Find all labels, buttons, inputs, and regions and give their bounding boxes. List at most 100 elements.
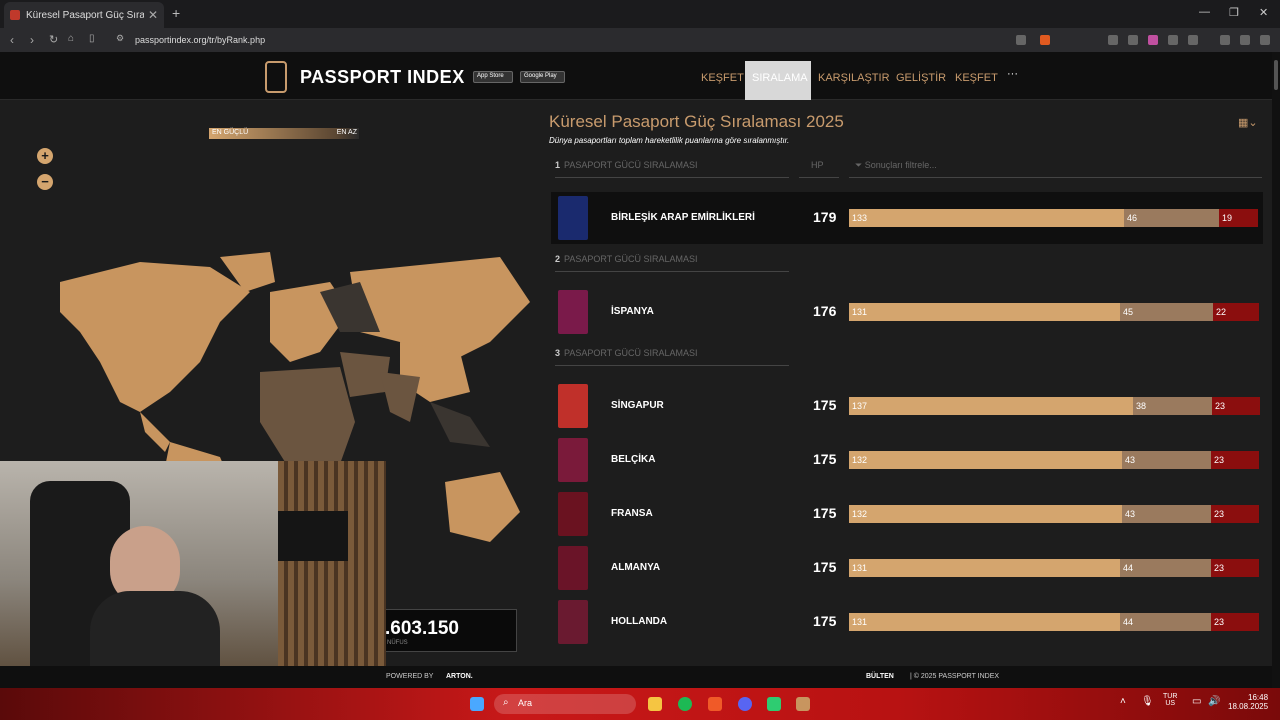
spotify-icon[interactable] (678, 697, 692, 711)
menu-icon[interactable] (1260, 35, 1270, 45)
file-explorer-icon[interactable] (648, 697, 662, 711)
clock-date: 18.08.2025 (1228, 702, 1269, 711)
nav-more-icon[interactable]: ··· (1007, 68, 1018, 80)
passport-icon (558, 438, 588, 482)
network-icon[interactable]: ▭ (1192, 696, 1201, 707)
bar-segment-visa-on-arrival: 44 (1120, 613, 1211, 631)
newsletter-link[interactable]: BÜLTEN (866, 673, 894, 680)
close-tab-icon[interactable]: ✕ (148, 8, 158, 22)
browser-tab[interactable]: Küresel Pasaport Güç Sıralaması ✕ (4, 2, 164, 28)
home-icon[interactable]: ⌂ (68, 33, 74, 44)
windows-start-icon[interactable] (470, 697, 484, 711)
country-row[interactable]: FRANSA 175 132 43 23 (551, 488, 1263, 540)
country-row[interactable]: HOLLANDA 175 131 44 23 (551, 596, 1263, 648)
nav-kesfet-2[interactable]: KEŞFET (955, 72, 998, 84)
page-scrollbar[interactable] (1272, 52, 1280, 688)
country-name[interactable]: HOLLANDA (611, 616, 667, 627)
zoom-in-button[interactable]: + (37, 148, 53, 164)
bar-segment-visa-on-arrival: 45 (1120, 303, 1213, 321)
taskbar-search[interactable]: ⌕ Ara (494, 694, 636, 714)
legend-strong-label: EN GÜÇLÜ (212, 129, 249, 136)
url-field[interactable]: passportindex.org/tr/byRank.php (135, 35, 265, 45)
app-store-badge[interactable]: App Store (473, 71, 513, 83)
tray-chevron-icon[interactable]: ˄ (1120, 696, 1126, 707)
page-content: PASSPORT INDEX App Store Google Play KEŞ… (0, 52, 1272, 688)
google-play-badge[interactable]: Google Play (520, 71, 565, 83)
share-icon[interactable] (1016, 35, 1026, 45)
rank-group-header: 3 PASAPORT GÜCÜ SIRALAMASI (555, 348, 789, 366)
country-name[interactable]: BİRLEŞİK ARAP EMİRLİKLERİ (611, 212, 755, 223)
app-icon[interactable] (796, 697, 810, 711)
bar-segment-visa-free: 132 (849, 505, 1122, 523)
extensions-puzzle-icon[interactable] (1168, 35, 1178, 45)
mobility-score: 175 (813, 613, 837, 629)
map-legend: EN GÜÇLÜ EN AZ (209, 128, 359, 139)
extension-icon[interactable] (1148, 35, 1158, 45)
bar-segment-visa-free: 131 (849, 303, 1120, 321)
country-row[interactable]: SİNGAPUR 175 137 38 23 (551, 380, 1263, 432)
forward-icon[interactable]: › (30, 33, 34, 47)
site-info-icon[interactable]: ⚙ (116, 33, 124, 44)
score-bar: 131 44 23 (849, 613, 1259, 631)
country-name[interactable]: SİNGAPUR (611, 400, 664, 411)
filter-input[interactable]: ⏷ Sonuçları filtrele... (849, 160, 1262, 178)
passport-icon (558, 492, 588, 536)
search-label: Ara (518, 698, 533, 708)
bar-segment-visa-on-arrival: 44 (1120, 559, 1211, 577)
country-row[interactable]: ALMANYA 175 131 44 23 (551, 542, 1263, 594)
system-clock[interactable]: 16:48 18.08.2025 (1228, 693, 1268, 711)
volume-icon[interactable]: 🔊 (1208, 696, 1220, 707)
scrollbar-thumb[interactable] (1274, 60, 1278, 90)
map-australia (445, 472, 520, 542)
score-bar: 137 38 23 (849, 397, 1260, 415)
site-logo[interactable]: PASSPORT INDEX (300, 67, 465, 88)
reload-icon[interactable]: ↻ (49, 33, 58, 46)
country-name[interactable]: İSPANYA (611, 306, 654, 317)
address-bar-row: ‹ › ↻ ⌂ ▯ ⚙ passportindex.org/tr/byRank.… (0, 28, 1280, 52)
country-name[interactable]: FRANSA (611, 508, 653, 519)
tab-bar: Küresel Pasaport Güç Sıralaması ✕ + — ❐ … (0, 0, 1280, 28)
rank-number: 2 (555, 254, 561, 264)
nav-karsilastir[interactable]: KARŞILAŞTIR (818, 72, 890, 84)
zoom-out-button[interactable]: − (37, 174, 53, 190)
close-window-icon[interactable]: ✕ (1259, 6, 1268, 19)
map-north-america (60, 262, 250, 412)
country-row[interactable]: BELÇİKA 175 132 43 23 (551, 434, 1263, 486)
back-icon[interactable]: ‹ (10, 33, 14, 47)
score-bar: 132 43 23 (849, 451, 1259, 469)
language-indicator[interactable]: TUR US (1163, 693, 1177, 707)
music-icon[interactable] (1220, 35, 1230, 45)
country-row[interactable]: BİRLEŞİK ARAP EMİRLİKLERİ 179 133 46 19 (551, 192, 1263, 244)
minimize-icon[interactable]: — (1199, 6, 1210, 18)
country-name[interactable]: ALMANYA (611, 562, 660, 573)
mobility-score: 176 (813, 303, 837, 319)
sidebar-icon[interactable] (1240, 35, 1250, 45)
nav-gelistir[interactable]: GELİŞTİR (896, 72, 946, 84)
site-header: PASSPORT INDEX App Store Google Play KEŞ… (0, 52, 1272, 100)
brave-browser-icon[interactable] (708, 697, 722, 711)
nav-kesfet[interactable]: KEŞFET (701, 72, 744, 84)
calendar-dropdown-icon[interactable]: ▦⌄ (1238, 116, 1258, 129)
passport-icon (558, 546, 588, 590)
rank-group-label: PASAPORT GÜCÜ SIRALAMASI (564, 254, 698, 264)
passport-logo-icon[interactable] (265, 61, 287, 93)
new-tab-icon[interactable]: + (172, 5, 180, 21)
bookmark-icon[interactable]: ▯ (89, 33, 95, 44)
bar-segment-visa-free: 132 (849, 451, 1122, 469)
app-icon[interactable] (767, 697, 781, 711)
country-name[interactable]: BELÇİKA (611, 454, 655, 465)
extension-icon[interactable] (1188, 35, 1198, 45)
extension-icon[interactable] (1108, 35, 1118, 45)
extension-icon[interactable] (1128, 35, 1138, 45)
discord-icon[interactable] (738, 697, 752, 711)
bar-segment-visa-required: 22 (1213, 303, 1259, 321)
arton-link[interactable]: ARTON. (446, 673, 473, 680)
score-bar: 132 43 23 (849, 505, 1259, 523)
powered-by-label: POWERED BY (386, 673, 434, 680)
country-row[interactable]: İSPANYA 176 131 45 22 (551, 286, 1263, 338)
brave-shield-icon[interactable] (1040, 35, 1050, 45)
microphone-icon[interactable]: 🎙 (1141, 696, 1154, 707)
restore-icon[interactable]: ❐ (1229, 6, 1239, 19)
filter-placeholder: Sonuçları filtrele... (864, 160, 937, 170)
nav-siralama[interactable]: SIRALAMA (752, 72, 808, 84)
